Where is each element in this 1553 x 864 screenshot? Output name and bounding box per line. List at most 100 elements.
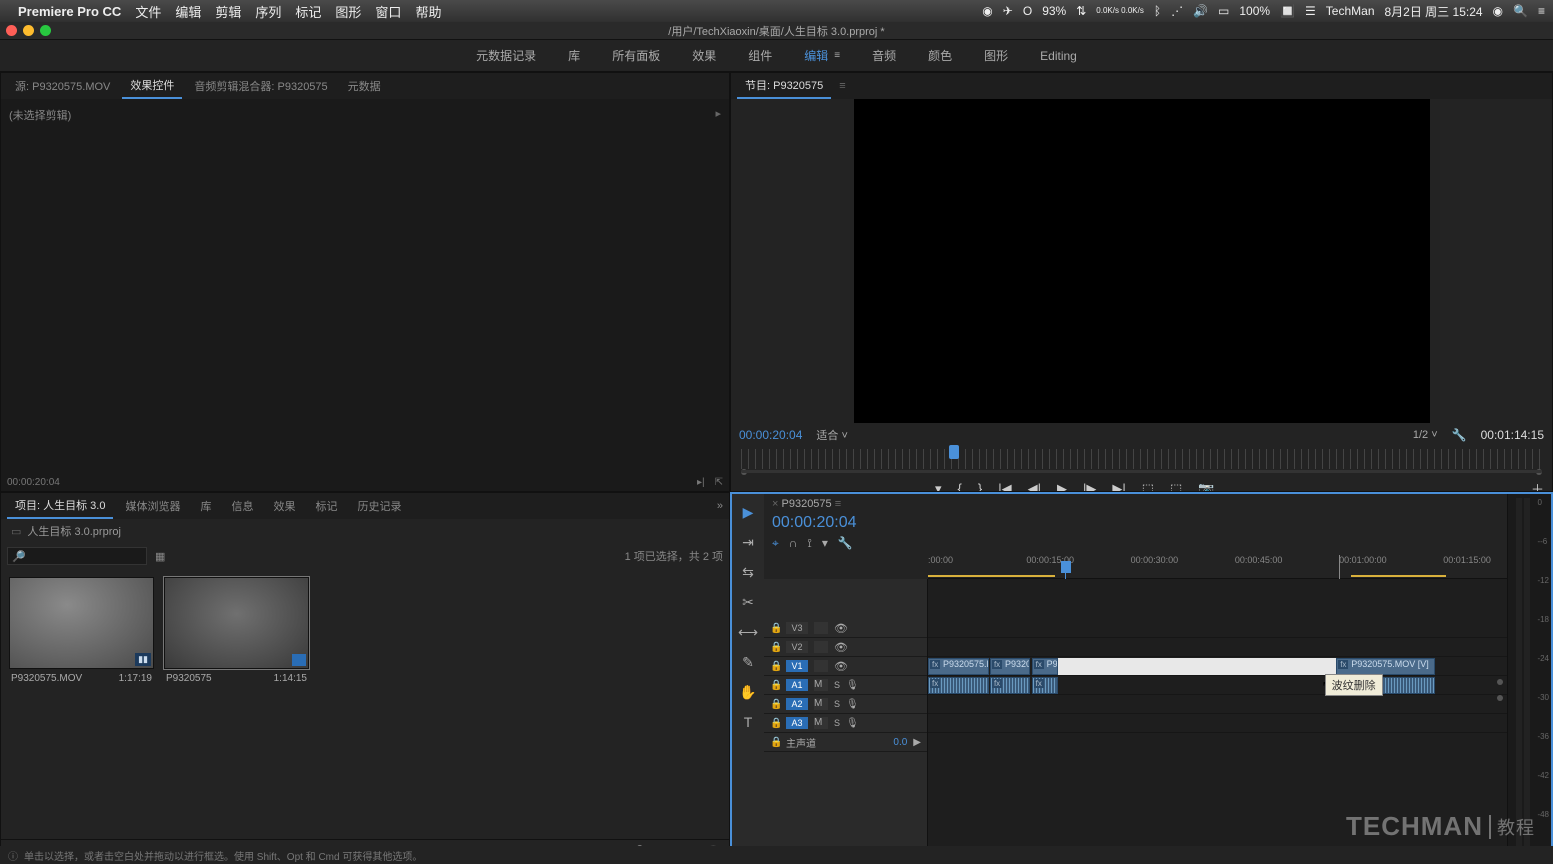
button-editor-icon[interactable]: ＋ [1531, 479, 1544, 492]
track-header-a3[interactable]: 🔒A3MS🎙 [764, 714, 927, 733]
tabs-overflow-icon[interactable]: » [717, 500, 723, 512]
hand-tool-icon[interactable]: ✋ [738, 682, 758, 702]
spotlight-icon[interactable]: 🔍 [1513, 4, 1528, 18]
step-back-icon[interactable]: ◀| [1028, 481, 1041, 493]
flag-icon[interactable]: ☰ [1305, 4, 1316, 18]
snap-icon[interactable]: ⌖ [772, 536, 779, 551]
ws-color[interactable]: 颜色 [928, 47, 952, 64]
zoom-fit[interactable]: 适合 ˅ [816, 427, 847, 443]
type-tool-icon[interactable]: T [738, 712, 758, 732]
export-frame-icon[interactable]: 📷 [1198, 481, 1214, 493]
battery-icon[interactable]: 🔲 [1280, 4, 1295, 18]
tab-project[interactable]: 项目: 人生目标 3.0 [7, 493, 113, 519]
slip-tool-icon[interactable]: ⟷ [738, 622, 758, 642]
status-icon[interactable]: ✈ [1003, 4, 1013, 18]
timeline-gap[interactable] [1058, 658, 1336, 675]
notif-icon[interactable]: ≡ [1538, 4, 1545, 18]
date-time[interactable]: 8月2日 周三 15:24 [1385, 3, 1483, 20]
go-out-icon[interactable]: ▶| [1112, 481, 1125, 493]
volume-icon[interactable]: 🔊 [1193, 4, 1208, 18]
sequence-thumbnail[interactable] [164, 577, 309, 669]
ws-audio[interactable]: 音频 [872, 47, 896, 64]
lift-icon[interactable]: ⬚ [1142, 481, 1154, 493]
tab-effects[interactable]: 效果 [265, 494, 303, 518]
ws-edit[interactable]: 编辑 [804, 47, 828, 64]
selection-tool-icon[interactable]: ▶ [738, 502, 758, 522]
opera-icon[interactable]: O [1023, 4, 1032, 18]
maximize-window-icon[interactable] [40, 25, 51, 36]
audio-clip[interactable] [990, 677, 1031, 694]
in-point-icon[interactable]: { [958, 481, 962, 492]
wifi-icon[interactable]: ⋰ [1171, 4, 1183, 18]
ws-metadata[interactable]: 元数据记录 [476, 47, 536, 64]
track-header-v3[interactable]: 🔒V3👁 [764, 619, 927, 638]
marker-add-icon[interactable]: ⟟ [807, 536, 811, 551]
tab-history[interactable]: 历史记录 [349, 494, 409, 518]
program-playhead[interactable] [949, 445, 959, 459]
search-input[interactable]: 🔎 [7, 547, 147, 565]
tab-libraries[interactable]: 库 [192, 494, 219, 518]
extract-icon[interactable]: ⬚ [1170, 481, 1182, 493]
track-header-a2[interactable]: 🔒A2MS🎙 [764, 695, 927, 714]
track-header-v2[interactable]: 🔒V2👁 [764, 638, 927, 657]
pen-tool-icon[interactable]: ✎ [738, 652, 758, 672]
close-window-icon[interactable] [6, 25, 17, 36]
sequence-tab[interactable]: P9320575 [782, 498, 832, 510]
bin-item[interactable]: ▮▮ P9320575.MOV1:17:19 [9, 577, 154, 688]
display-icon[interactable]: ▭ [1218, 4, 1229, 18]
menu-sequence[interactable]: 序列 [255, 2, 281, 21]
out-point-icon[interactable]: } [978, 481, 982, 492]
menu-edit[interactable]: 编辑 [175, 2, 201, 21]
ws-library[interactable]: 库 [568, 47, 580, 64]
link-icon[interactable]: ∩ [789, 536, 798, 551]
ws-editing[interactable]: Editing [1040, 49, 1077, 63]
track-header-a1[interactable]: 🔒A1MS🎙 [764, 676, 927, 695]
video-clip[interactable]: P93 [1032, 658, 1058, 675]
wrench-icon[interactable]: 🔧 [838, 536, 853, 551]
battery-pct[interactable]: 93% [1042, 4, 1066, 18]
step-fwd-icon[interactable]: |▶ [1083, 481, 1096, 493]
ws-graphics[interactable]: 图形 [984, 47, 1008, 64]
menu-graphics[interactable]: 图形 [335, 2, 361, 21]
settings-icon[interactable]: 🔧 [1452, 428, 1467, 442]
resolution-select[interactable]: 1/2 ˅ [1413, 429, 1438, 441]
tab-markers[interactable]: 标记 [307, 494, 345, 518]
siri-icon[interactable]: ◉ [1493, 4, 1503, 18]
tab-source[interactable]: 源: P9320575.MOV [7, 74, 118, 98]
video-clip[interactable]: P9320 [990, 658, 1031, 675]
step-icon[interactable]: ▸| [697, 477, 705, 488]
timeline-timecode[interactable]: 00:00:20:04 [772, 514, 857, 532]
minimize-window-icon[interactable] [23, 25, 34, 36]
expand-icon[interactable]: ▸ [715, 107, 721, 123]
updown-icon[interactable]: ⇅ [1076, 4, 1086, 18]
menu-marker[interactable]: 标记 [295, 2, 321, 21]
audio-clip[interactable] [1032, 677, 1058, 694]
status-icon[interactable]: ◉ [982, 4, 992, 18]
ws-assembly[interactable]: 组件 [748, 47, 772, 64]
menu-help[interactable]: 帮助 [415, 2, 441, 21]
filter-icon[interactable]: ▦ [155, 550, 165, 563]
app-name[interactable]: Premiere Pro CC [18, 4, 121, 19]
ws-allpanels[interactable]: 所有面板 [612, 47, 660, 64]
play-icon[interactable]: ▶ [1057, 481, 1067, 493]
tab-program[interactable]: 节目: P9320575 [737, 73, 831, 99]
menu-clip[interactable]: 剪辑 [215, 2, 241, 21]
ripple-tool-icon[interactable]: ⇆ [738, 562, 758, 582]
video-clip[interactable]: P9320575.MOV [V] [1336, 658, 1434, 675]
tab-metadata[interactable]: 元数据 [340, 74, 389, 98]
video-clip[interactable]: P9320575.M [928, 658, 989, 675]
tab-media-browser[interactable]: 媒体浏览器 [117, 494, 188, 518]
menu-file[interactable]: 文件 [135, 2, 161, 21]
track-header-v1[interactable]: 🔒V1👁 [764, 657, 927, 676]
tab-effect-controls[interactable]: 效果控件 [122, 73, 182, 99]
audio-clip[interactable] [928, 677, 989, 694]
razor-tool-icon[interactable]: ✂ [738, 592, 758, 612]
track-header-master[interactable]: 🔒主声道0.0▶ [764, 733, 927, 752]
track-select-tool-icon[interactable]: ⇥ [738, 532, 758, 552]
timeline-playhead[interactable] [1061, 561, 1071, 573]
tab-audio-mixer[interactable]: 音频剪辑混合器: P9320575 [186, 74, 335, 98]
traffic-lights[interactable] [6, 25, 51, 36]
battery-100[interactable]: 100% [1239, 4, 1270, 18]
user-name[interactable]: TechMan [1326, 4, 1375, 18]
export-icon[interactable]: ⇱ [715, 477, 723, 488]
